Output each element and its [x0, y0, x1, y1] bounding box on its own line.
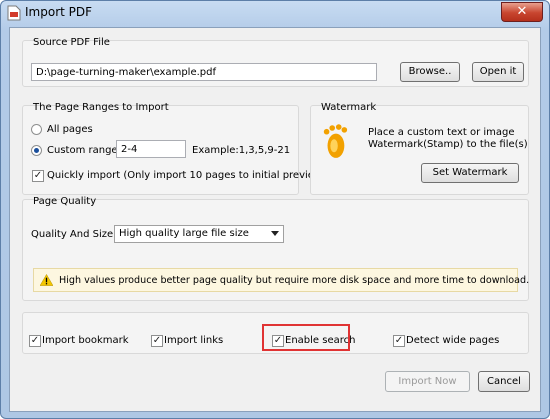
- source-path-input[interactable]: D:\page-turning-maker\example.pdf: [31, 63, 377, 81]
- watermark-group-title: Watermark: [321, 102, 377, 113]
- enable-search-highlight: [262, 324, 350, 351]
- custom-range-label: Custom range:: [47, 145, 121, 156]
- detect-wide-pages-label: Detect wide pages: [406, 335, 500, 346]
- quick-import-checkbox[interactable]: ✓: [32, 170, 44, 182]
- all-pages-label: All pages: [47, 124, 93, 135]
- open-it-button[interactable]: Open it: [472, 62, 524, 82]
- watermark-description: Place a custom text or image: [368, 127, 515, 138]
- page-ranges-group: The Page Ranges to Import All pages Cust…: [22, 102, 326, 195]
- quick-import-label: Quickly import (Only import 10 pages to …: [47, 170, 327, 181]
- import-pdf-window: Import PDF ✕ Source PDF File D:\page-tur…: [0, 0, 550, 419]
- watermark-group: Watermark Place a custom text or image W…: [310, 102, 529, 195]
- quality-selected-value: High quality large file size: [119, 228, 249, 239]
- title-bar[interactable]: Import PDF ✕: [1, 1, 549, 27]
- import-links-checkbox[interactable]: ✓: [151, 335, 163, 347]
- quality-warning: High values produce better page quality …: [33, 268, 529, 292]
- import-bookmark-label: Import bookmark: [42, 335, 129, 346]
- warning-icon: [40, 274, 53, 286]
- range-example-text: Example:1,3,5,9-21: [192, 145, 291, 156]
- all-pages-radio[interactable]: [31, 124, 42, 135]
- chevron-down-icon: [271, 231, 279, 236]
- page-quality-group: Page Quality Quality And Size: High qual…: [22, 196, 529, 301]
- import-now-button[interactable]: Import Now: [385, 371, 470, 392]
- page-ranges-group-title: The Page Ranges to Import: [33, 102, 169, 113]
- close-button[interactable]: ✕: [501, 2, 543, 22]
- detect-wide-pages-checkbox[interactable]: ✓: [393, 335, 405, 347]
- source-pdf-group: Source PDF File D:\page-turning-maker\ex…: [22, 37, 529, 87]
- set-watermark-button[interactable]: Set Watermark: [421, 163, 519, 183]
- pdf-document-icon: [7, 5, 21, 21]
- quality-size-label: Quality And Size:: [31, 229, 117, 240]
- custom-range-radio[interactable]: [31, 145, 42, 156]
- cancel-button[interactable]: Cancel: [478, 371, 530, 392]
- window-title: Import PDF: [25, 5, 93, 19]
- quality-warning-text: High values produce better page quality …: [59, 275, 530, 286]
- quality-select[interactable]: High quality large file size: [114, 225, 284, 243]
- watermark-description-2: Watermark(Stamp) to the file(s): [368, 139, 528, 150]
- import-links-label: Import links: [164, 335, 224, 346]
- import-bookmark-checkbox[interactable]: ✓: [29, 335, 41, 347]
- custom-range-input[interactable]: 2-4: [116, 140, 186, 158]
- dialog-body: Source PDF File D:\page-turning-maker\ex…: [9, 27, 541, 412]
- browse-button[interactable]: Browse..: [400, 62, 460, 82]
- page-quality-group-title: Page Quality: [33, 196, 97, 207]
- footprint-icon: [323, 124, 348, 158]
- source-pdf-group-title: Source PDF File: [33, 37, 110, 48]
